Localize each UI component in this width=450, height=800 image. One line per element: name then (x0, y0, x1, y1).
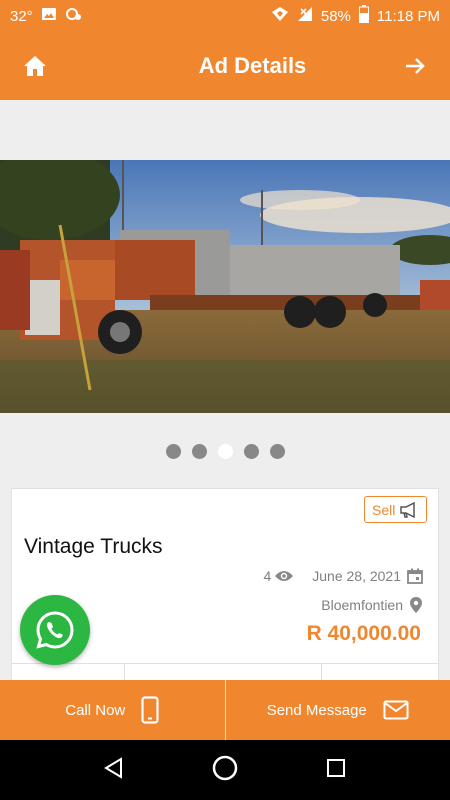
ad-photo[interactable] (0, 160, 450, 413)
whatsapp-icon (36, 611, 74, 649)
send-message-button[interactable]: Send Message (226, 680, 450, 740)
home-circle-icon (212, 755, 238, 780)
ad-price: R 40,000.00 (306, 622, 421, 645)
carousel-dot[interactable] (243, 444, 259, 459)
forward-button[interactable] (400, 51, 430, 81)
location-pin-icon (410, 597, 422, 613)
views-text: 4 (263, 568, 272, 584)
carousel-dot[interactable] (269, 444, 285, 459)
recents-button[interactable] (325, 757, 347, 784)
app-bar: Ad Details (0, 32, 450, 100)
back-button[interactable] (103, 756, 125, 784)
status-left: 32° (10, 6, 83, 26)
battery-icon (358, 5, 369, 27)
ad-date: June 28, 2021 (312, 568, 423, 584)
phone-icon (141, 696, 159, 724)
call-now-button[interactable]: Call Now (0, 680, 225, 740)
arrow-right-icon (406, 58, 425, 74)
bottom-bar-separator (224, 680, 226, 740)
bottom-action-bar: Call Now Send Message (0, 680, 450, 740)
vpn-icon (271, 6, 289, 26)
image-icon (41, 6, 57, 26)
views-count: 4 (263, 568, 294, 584)
truck-photo-image (0, 160, 450, 413)
temperature-text: 32° (10, 7, 33, 25)
ad-title: Vintage Trucks (24, 535, 163, 558)
carousel-dot-active[interactable] (217, 444, 233, 459)
ad-location: Bloemfontien (321, 596, 423, 614)
megaphone-icon (400, 501, 415, 518)
eye-icon (275, 571, 294, 581)
signal-icon (297, 6, 313, 26)
ad-meta-row: 4 June 28, 2021 (263, 568, 423, 584)
clock-text: 11:18 PM (376, 7, 440, 25)
system-navigation-bar (0, 740, 450, 800)
carousel-dot[interactable] (165, 444, 181, 459)
weather-icon (65, 6, 83, 26)
ad-details-card: Sell Vintage Trucks 4 June 28, 2021 Bloe… (11, 488, 439, 699)
badge-label: Sell (372, 501, 396, 518)
send-message-label: Send Message (266, 701, 367, 719)
whatsapp-button[interactable] (20, 595, 90, 665)
battery-text: 58% (320, 7, 351, 25)
status-bar: 32° 58% 11:18 PM (0, 0, 450, 32)
calendar-icon (407, 568, 423, 584)
page-title: Ad Details (198, 53, 307, 78)
back-triangle-icon (104, 756, 122, 779)
envelope-icon (383, 700, 409, 720)
carousel-dot[interactable] (191, 444, 207, 459)
ad-type-badge: Sell (364, 496, 427, 523)
status-right: 58% 11:18 PM (271, 5, 440, 27)
recents-square-icon (327, 758, 345, 777)
home-nav-button[interactable] (211, 754, 239, 787)
carousel-dots (0, 444, 450, 459)
card-divider (12, 663, 438, 664)
call-now-label: Call Now (65, 701, 126, 719)
home-button[interactable] (20, 51, 50, 81)
date-text: June 28, 2021 (312, 568, 401, 584)
home-icon (24, 56, 46, 76)
location-text: Bloemfontien (321, 597, 403, 613)
